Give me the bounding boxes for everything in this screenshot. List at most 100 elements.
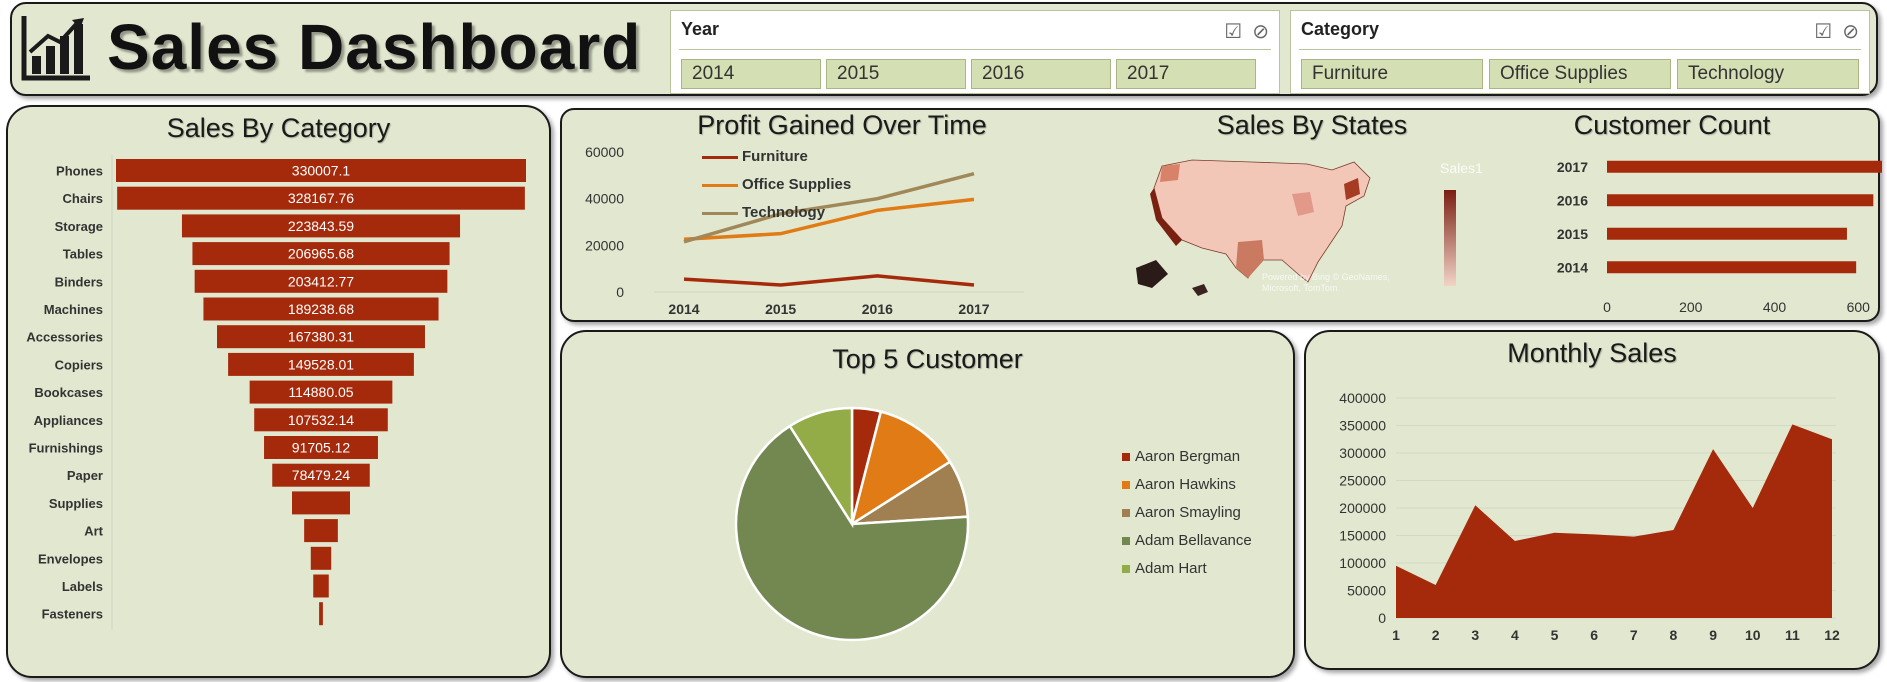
- x-tick-label: 2016: [862, 301, 893, 317]
- category-slicer-label: Category: [1301, 19, 1380, 39]
- x-tick-label: 7: [1630, 627, 1638, 643]
- category-value-label: 149528.01: [288, 356, 354, 372]
- category-bar: [292, 491, 350, 515]
- customer-tick-label: 2014: [1557, 259, 1588, 275]
- sales-by-category-chart: Phones 330007.1 Chairs 328167.76 Storage 2238…: [26, 155, 526, 630]
- monthly-sales-panel: Monthly Sales 0 50000 100000 150000 200000 25…: [1304, 330, 1880, 670]
- x-tick-label: 2014: [668, 301, 699, 317]
- legend-swatch: [1122, 509, 1130, 518]
- category-value-label: 206965.68: [288, 246, 354, 262]
- legend-item: Furniture: [702, 148, 808, 165]
- slicer-item-2015[interactable]: 2015: [826, 59, 966, 89]
- category-value-label: 167380.31: [288, 329, 354, 345]
- slicer-item-2017[interactable]: 2017: [1116, 59, 1256, 89]
- multi-select-icon[interactable]: ☑: [1814, 21, 1832, 43]
- slicer-item-2016[interactable]: 2016: [971, 59, 1111, 89]
- category-value-label: 91705.12: [292, 440, 351, 456]
- category-value-label: 223843.59: [288, 218, 354, 234]
- map-legend-gradient: [1444, 190, 1456, 286]
- customer-tick-label: 2015: [1557, 226, 1588, 242]
- x-tick-label: 4: [1511, 627, 1519, 643]
- x-tick-label: 0: [1603, 299, 1611, 315]
- category-tick-label: Copiers: [55, 357, 103, 372]
- category-tick-label: Binders: [55, 274, 103, 289]
- slicer-item-furniture[interactable]: Furniture: [1301, 59, 1483, 89]
- customer-bar: [1607, 261, 1857, 274]
- x-tick-label: 2017: [958, 301, 989, 317]
- top5-customer-pie: [734, 406, 970, 642]
- slicer-item-2014[interactable]: 2014: [681, 59, 821, 89]
- category-tick-label: Furnishings: [29, 441, 103, 456]
- x-tick-label: 8: [1670, 627, 1678, 643]
- category-bar: [319, 602, 323, 626]
- dashboard-icon: [20, 12, 92, 82]
- top5-customer-panel: Top 5 Customer Aaron Bergman Aaron Hawkin…: [560, 330, 1295, 678]
- year-slicer-label: Year: [681, 19, 720, 39]
- clear-filter-icon[interactable]: ⊘: [1842, 21, 1859, 43]
- x-tick-label: 11: [1785, 627, 1800, 643]
- x-tick-label: 600: [1847, 299, 1871, 315]
- panel-title: Sales By States: [1216, 110, 1408, 140]
- x-tick-label: 12: [1824, 627, 1840, 643]
- category-tick-label: Phones: [56, 164, 103, 179]
- legend-swatch: [1122, 565, 1130, 574]
- multi-select-icon[interactable]: ☑: [1224, 21, 1242, 43]
- y-tick-label: 150000: [1339, 528, 1386, 544]
- category-tick-label: Bookcases: [34, 385, 103, 400]
- category-bar: [304, 519, 338, 543]
- y-tick-label: 50000: [1347, 583, 1386, 599]
- legend-swatch: [1122, 453, 1130, 462]
- x-tick-label: 5: [1551, 627, 1559, 643]
- y-tick-label: 250000: [1339, 473, 1386, 489]
- y-tick-label: 0: [1378, 610, 1386, 626]
- y-tick-label: 40000: [585, 191, 624, 207]
- y-tick-label: 0: [616, 284, 624, 300]
- customer-count-chart: 20172016201520140200400600800: [1557, 159, 1882, 315]
- customer-bar: [1607, 194, 1874, 207]
- category-slicer[interactable]: Category ☑ ⊘ Furniture Office Supplies Te…: [1290, 10, 1870, 94]
- x-tick-label: 6: [1590, 627, 1598, 643]
- panel-title: Monthly Sales: [1507, 338, 1677, 368]
- x-tick-label: 2: [1432, 627, 1440, 643]
- category-tick-label: Supplies: [49, 496, 103, 511]
- map-legend-label: Sales1: [1440, 160, 1483, 176]
- legend-item: Office Supplies: [702, 176, 851, 193]
- category-bar: [313, 574, 329, 598]
- category-tick-label: Machines: [44, 302, 103, 317]
- legend-item: Aaron Hawkins: [1122, 476, 1236, 493]
- category-tick-label: Chairs: [63, 191, 103, 206]
- legend-item: Aaron Bergman: [1122, 448, 1240, 465]
- x-tick-label: 10: [1745, 627, 1761, 643]
- year-slicer[interactable]: Year ☑ ⊘ 2014 2015 2016 2017: [670, 10, 1280, 94]
- customer-tick-label: 2017: [1557, 159, 1588, 175]
- page-title: Sales Dashboard: [107, 11, 642, 83]
- clear-filter-icon[interactable]: ⊘: [1252, 21, 1269, 43]
- sales-by-category-panel: Sales By Category Phones 330007.1 Chairs 32…: [6, 105, 551, 678]
- customer-tick-label: 2016: [1557, 192, 1588, 208]
- slicer-item-office-supplies[interactable]: Office Supplies: [1489, 59, 1671, 89]
- x-tick-label: 200: [1679, 299, 1703, 315]
- category-value-label: 78479.24: [292, 467, 351, 483]
- legend-item: Adam Bellavance: [1122, 532, 1252, 549]
- series-line-furniture: [683, 274, 975, 287]
- x-tick-label: 9: [1709, 627, 1717, 643]
- category-value-label: 203412.77: [288, 273, 354, 289]
- y-tick-label: 100000: [1339, 555, 1386, 571]
- category-tick-label: Appliances: [34, 413, 103, 428]
- legend-label: Aaron Hawkins: [1135, 476, 1236, 493]
- customer-bar: [1607, 160, 1882, 173]
- category-value-label: 107532.14: [288, 412, 354, 428]
- x-tick-label: 400: [1763, 299, 1787, 315]
- legend-swatch: [1122, 537, 1130, 546]
- slicer-item-technology[interactable]: Technology: [1677, 59, 1859, 89]
- map-attribution: Powered by Bing © GeoNames, Microsoft, T…: [1262, 272, 1390, 293]
- y-tick-label: 60000: [585, 144, 624, 160]
- category-bar: [310, 546, 332, 570]
- legend-item: Adam Hart: [1122, 560, 1207, 577]
- legend-label: Adam Hart: [1135, 560, 1207, 577]
- customer-bar: [1607, 227, 1847, 240]
- category-tick-label: Labels: [62, 579, 103, 594]
- y-tick-label: 20000: [585, 237, 624, 253]
- category-tick-label: Fasteners: [42, 607, 103, 622]
- y-tick-label: 400000: [1339, 390, 1386, 406]
